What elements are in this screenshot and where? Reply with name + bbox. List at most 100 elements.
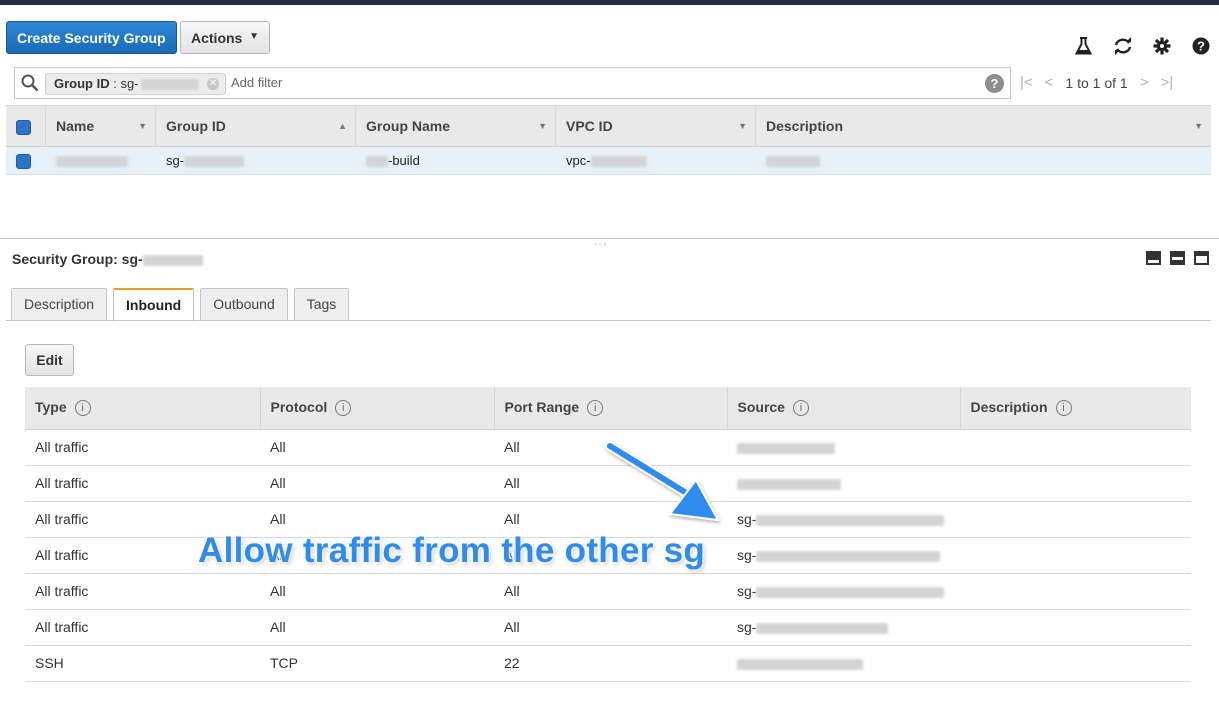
cell-port-range: All xyxy=(494,609,727,646)
sort-icon[interactable]: ▼ xyxy=(1194,106,1203,146)
table-row: All traffic All All sg- xyxy=(25,609,1191,646)
redacted-value xyxy=(756,622,889,634)
resize-grip-icon[interactable]: ▫▫▫ xyxy=(594,240,609,249)
cell-description xyxy=(960,645,1191,682)
cell-group-id: sg- xyxy=(156,153,356,168)
edit-button[interactable]: Edit xyxy=(25,344,74,376)
cell-description xyxy=(960,609,1191,646)
row-checkbox[interactable] xyxy=(16,153,31,169)
refresh-icon[interactable] xyxy=(1112,35,1133,56)
redacted-value xyxy=(756,514,945,526)
redacted-value xyxy=(590,156,647,168)
help-icon[interactable]: ? xyxy=(1190,35,1211,56)
svg-text:?: ? xyxy=(1197,38,1205,53)
gear-icon[interactable] xyxy=(1151,35,1172,56)
column-group-id[interactable]: Group ID ▲ xyxy=(156,106,356,146)
redacted-value xyxy=(140,79,199,91)
info-icon[interactable]: i xyxy=(1055,400,1072,417)
redacted-value xyxy=(766,156,820,168)
next-page-icon[interactable]: > xyxy=(1140,74,1149,91)
table-row[interactable]: sg- -build vpc- xyxy=(6,147,1211,175)
redacted-value xyxy=(737,442,835,454)
select-all-column[interactable] xyxy=(6,106,46,146)
column-type: Type i xyxy=(25,387,261,430)
details-title: Security Group: sg- xyxy=(12,251,203,267)
cell-source: sg- xyxy=(727,501,960,538)
cell-vpc-id: vpc- xyxy=(556,153,756,168)
column-group-name[interactable]: Group Name ▼ xyxy=(356,106,556,146)
top-bar xyxy=(0,0,1219,5)
info-icon[interactable]: i xyxy=(792,400,809,417)
cell-source xyxy=(727,465,960,502)
filter-bar[interactable]: Group ID : sg- ✕ ? xyxy=(14,67,1011,99)
annotation-text: Allow traffic from the other sg xyxy=(197,530,706,571)
cell-port-range: All xyxy=(494,573,727,610)
pagination: |< < 1 to 1 of 1 > >| xyxy=(1020,74,1173,91)
cell-protocol: All xyxy=(260,465,494,502)
redacted-value xyxy=(756,550,941,562)
toolbar-icons: ? xyxy=(1073,35,1211,56)
column-vpc-id[interactable]: VPC ID ▼ xyxy=(556,106,756,146)
sort-icon[interactable]: ▼ xyxy=(738,106,747,146)
sort-icon[interactable]: ▼ xyxy=(538,106,547,146)
security-groups-table: Name ▼ Group ID ▲ Group Name ▼ VPC ID ▼ Desc… xyxy=(6,105,1211,175)
tab-outbound[interactable]: Outbound xyxy=(200,288,288,321)
table-row: SSH TCP 22 xyxy=(25,645,1191,682)
redacted-value xyxy=(366,156,388,168)
column-label: Group Name xyxy=(366,118,451,134)
cell-description xyxy=(960,501,1191,538)
cell-source: sg- xyxy=(727,573,960,610)
column-description: Description i xyxy=(960,387,1191,430)
pane-layout-icons xyxy=(1146,251,1209,265)
search-icon xyxy=(21,74,39,95)
add-filter-input[interactable] xyxy=(231,75,931,90)
cell-type: All traffic xyxy=(25,429,260,466)
column-name[interactable]: Name ▼ xyxy=(46,106,156,146)
sort-ascending-icon[interactable]: ▲ xyxy=(338,106,347,146)
filter-help-icon[interactable]: ? xyxy=(985,74,1004,93)
row-select-cell[interactable] xyxy=(6,152,46,169)
column-label: Group ID xyxy=(166,118,226,134)
info-icon[interactable]: i xyxy=(587,400,604,417)
info-icon[interactable]: i xyxy=(74,400,91,417)
pane-divider[interactable] xyxy=(0,238,1219,239)
layout-bottom-icon[interactable] xyxy=(1146,251,1161,265)
layout-split-icon[interactable] xyxy=(1170,251,1185,265)
redacted-value xyxy=(184,156,245,168)
cell-source xyxy=(727,645,960,682)
actions-dropdown-button[interactable]: Actions ▼ xyxy=(180,21,270,54)
cell-source: sg- xyxy=(727,609,960,646)
column-protocol: Protocol i xyxy=(260,387,495,430)
cell-source: sg- xyxy=(727,537,960,574)
remove-filter-icon[interactable]: ✕ xyxy=(207,78,219,90)
cell-type: SSH xyxy=(25,645,260,682)
redacted-value xyxy=(737,658,863,670)
tab-inbound[interactable]: Inbound xyxy=(113,288,195,322)
tab-description[interactable]: Description xyxy=(11,288,108,321)
flask-icon[interactable] xyxy=(1073,35,1094,56)
column-label: Name xyxy=(56,118,95,134)
column-label: VPC ID xyxy=(566,118,613,134)
cell-description xyxy=(756,153,1211,168)
first-page-icon[interactable]: |< xyxy=(1020,74,1033,91)
column-description[interactable]: Description ▼ xyxy=(756,106,1211,146)
chevron-down-icon: ▼ xyxy=(249,31,259,42)
pagination-text: 1 to 1 of 1 xyxy=(1065,74,1128,91)
column-label: Description xyxy=(766,118,844,134)
filter-chip-group-id[interactable]: Group ID : sg- ✕ xyxy=(45,73,226,95)
info-icon[interactable]: i xyxy=(335,400,352,417)
cell-type: All traffic xyxy=(25,465,260,502)
tabs-divider xyxy=(6,320,1211,321)
cell-description xyxy=(960,429,1191,466)
sort-icon[interactable]: ▼ xyxy=(138,106,147,146)
select-all-checkbox[interactable] xyxy=(16,119,31,135)
create-security-group-button[interactable]: Create Security Group xyxy=(6,21,177,54)
last-page-icon[interactable]: >| xyxy=(1160,74,1173,91)
tab-tags[interactable]: Tags xyxy=(293,288,350,321)
cell-protocol: TCP xyxy=(260,645,494,682)
layout-top-icon[interactable] xyxy=(1194,251,1209,265)
details-tabs: Description Inbound Outbound Tags xyxy=(11,288,350,322)
filter-chip-value: sg- xyxy=(120,76,139,91)
prev-page-icon[interactable]: < xyxy=(1045,74,1054,91)
filter-chip-separator: : xyxy=(109,76,121,91)
